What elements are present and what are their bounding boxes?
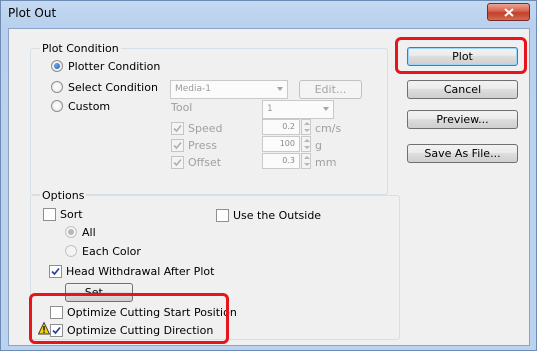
tool-value: 1 — [267, 104, 273, 114]
plotter-condition-option[interactable]: Plotter Condition — [51, 59, 160, 73]
select-condition-option[interactable]: Select Condition — [51, 80, 158, 94]
plot-out-window: Plot Out Plot Condition Plotter Conditio… — [0, 0, 537, 351]
options-label: Options — [40, 189, 87, 202]
speed-input[interactable]: 0.2 — [262, 119, 300, 135]
dialog-body: Plot Condition Plotter Condition Select … — [8, 28, 530, 346]
preview-button[interactable]: Preview... — [407, 110, 518, 129]
press-input[interactable]: 100 — [262, 136, 300, 152]
offset-checkbox[interactable] — [171, 155, 184, 169]
use-outside-label: Use the Outside — [233, 208, 322, 222]
use-outside-option[interactable]: Use the Outside — [216, 208, 321, 222]
offset-input[interactable]: 0.3 — [262, 153, 300, 169]
cancel-button[interactable]: Cancel — [407, 80, 518, 99]
optimize-direction-option[interactable]: Optimize Cutting Direction — [50, 323, 213, 337]
check-icon — [173, 141, 182, 149]
speed-label: Speed — [188, 121, 223, 135]
close-icon — [503, 7, 514, 17]
speed-option[interactable]: Speed — [171, 121, 222, 135]
optimize-direction-label: Optimize Cutting Direction — [67, 323, 214, 337]
speed-spinner[interactable] — [301, 119, 311, 135]
optimize-start-option[interactable]: Optimize Cutting Start Position — [50, 305, 237, 319]
select-condition-label: Select Condition — [68, 80, 158, 94]
set-button[interactable]: Set... — [65, 283, 133, 302]
press-option[interactable]: Press — [171, 138, 217, 152]
tool-label: Tool — [171, 101, 193, 114]
sort-checkbox[interactable] — [43, 207, 56, 221]
custom-label: Custom — [68, 99, 111, 113]
use-outside-checkbox[interactable] — [216, 208, 229, 222]
select-condition-radio[interactable] — [51, 81, 63, 93]
chevron-down-icon — [323, 107, 329, 111]
warning-icon — [37, 321, 51, 338]
check-icon — [52, 326, 61, 334]
offset-label: Offset — [188, 155, 222, 169]
plotter-condition-label: Plotter Condition — [68, 59, 161, 73]
press-label: Press — [188, 138, 217, 152]
sort-each-color-option[interactable]: Each Color — [65, 244, 141, 258]
edit-button[interactable]: Edit... — [299, 80, 362, 99]
sort-each-color-label: Each Color — [82, 244, 141, 258]
plot-button[interactable]: Plot — [407, 47, 518, 66]
plotter-condition-radio[interactable] — [51, 60, 63, 72]
sort-each-color-radio[interactable] — [65, 245, 77, 257]
check-icon — [173, 158, 182, 166]
chevron-down-icon — [277, 87, 283, 91]
speed-checkbox[interactable] — [171, 121, 184, 135]
sort-label: Sort — [60, 207, 83, 221]
head-withdrawal-option[interactable]: Head Withdrawal After Plot — [49, 264, 214, 278]
custom-option[interactable]: Custom — [51, 99, 110, 113]
optimize-start-label: Optimize Cutting Start Position — [67, 305, 237, 319]
plot-condition-label: Plot Condition — [40, 42, 121, 55]
check-icon — [51, 267, 60, 275]
media-select[interactable]: Media-1 — [170, 80, 288, 99]
tool-select[interactable]: 1 — [262, 100, 334, 119]
media-value: Media-1 — [175, 84, 212, 94]
sort-all-option[interactable]: All — [65, 225, 96, 239]
sort-all-label: All — [82, 225, 96, 239]
optimize-start-checkbox[interactable] — [50, 305, 63, 319]
check-icon — [173, 124, 182, 132]
offset-unit: mm — [315, 156, 337, 169]
offset-option[interactable]: Offset — [171, 155, 221, 169]
custom-radio[interactable] — [51, 100, 63, 112]
head-withdrawal-checkbox[interactable] — [49, 264, 62, 278]
sort-all-radio[interactable] — [65, 226, 77, 238]
press-unit: g — [315, 139, 322, 152]
window-title: Plot Out — [8, 6, 57, 20]
head-withdrawal-label: Head Withdrawal After Plot — [66, 264, 215, 278]
save-as-file-button[interactable]: Save As File... — [407, 144, 518, 163]
speed-unit: cm/s — [315, 122, 342, 135]
close-button[interactable] — [487, 3, 530, 21]
sort-option[interactable]: Sort — [43, 207, 83, 221]
offset-spinner[interactable] — [301, 153, 311, 169]
press-checkbox[interactable] — [171, 138, 184, 152]
optimize-direction-checkbox[interactable] — [50, 323, 63, 337]
press-spinner[interactable] — [301, 136, 311, 152]
title-bar[interactable]: Plot Out — [1, 1, 536, 29]
